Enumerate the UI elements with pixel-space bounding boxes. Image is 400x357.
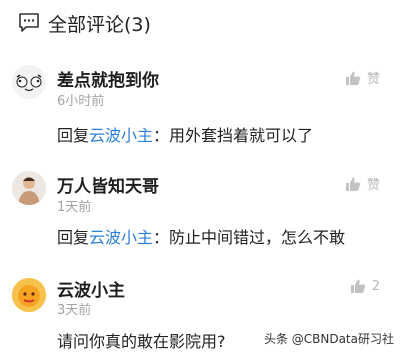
- comment-text: 回复云波小主：用外套挡着就可以了: [57, 122, 313, 146]
- comment-username[interactable]: 云波小主: [57, 276, 125, 301]
- user-avatar[interactable]: [12, 278, 46, 312]
- reply-prefix: 回复: [57, 126, 90, 145]
- thumbs-up-icon: [350, 279, 365, 293]
- comment-content: 用外套挡着就可以了: [169, 126, 314, 145]
- like-button[interactable]: 赞: [345, 174, 380, 193]
- comments-header: 全部评论(3): [0, 0, 400, 44]
- like-count: 赞: [366, 72, 380, 87]
- comment-time: 1天前: [57, 200, 92, 215]
- watermark: 头条 @CBNData研习社: [263, 332, 394, 346]
- comment-content: 防止中间错过，怎么不敢: [169, 228, 346, 247]
- comment-username[interactable]: 差点就抱到你: [57, 66, 159, 91]
- comments-title: 全部评论(3): [48, 14, 151, 36]
- user-avatar[interactable]: [12, 171, 46, 205]
- mention-link[interactable]: 云波小主: [89, 126, 153, 145]
- comment-text: 请问你真的敢在影院用?: [57, 328, 226, 352]
- reply-separator: ：: [153, 126, 170, 145]
- comment-text: 回复云波小主：防止中间错过，怎么不敢: [57, 224, 345, 248]
- reply-separator: ：: [153, 228, 170, 247]
- comment-time: 3天前: [57, 303, 92, 318]
- like-count: 2: [371, 278, 380, 294]
- like-button[interactable]: 赞: [345, 68, 380, 87]
- thumbs-up-icon: [345, 177, 361, 191]
- comment-content: 请问你真的敢在影院用?: [57, 332, 226, 351]
- comment-username[interactable]: 万人皆知天哥: [57, 172, 159, 197]
- user-avatar[interactable]: [12, 65, 46, 99]
- thumbs-up-icon: [345, 71, 361, 85]
- comment-icon: [19, 13, 39, 32]
- mention-link[interactable]: 云波小主: [89, 228, 153, 247]
- comment-time: 6小时前: [57, 94, 105, 109]
- like-button[interactable]: 2: [350, 278, 380, 294]
- reply-prefix: 回复: [57, 228, 90, 247]
- like-count: 赞: [366, 178, 380, 193]
